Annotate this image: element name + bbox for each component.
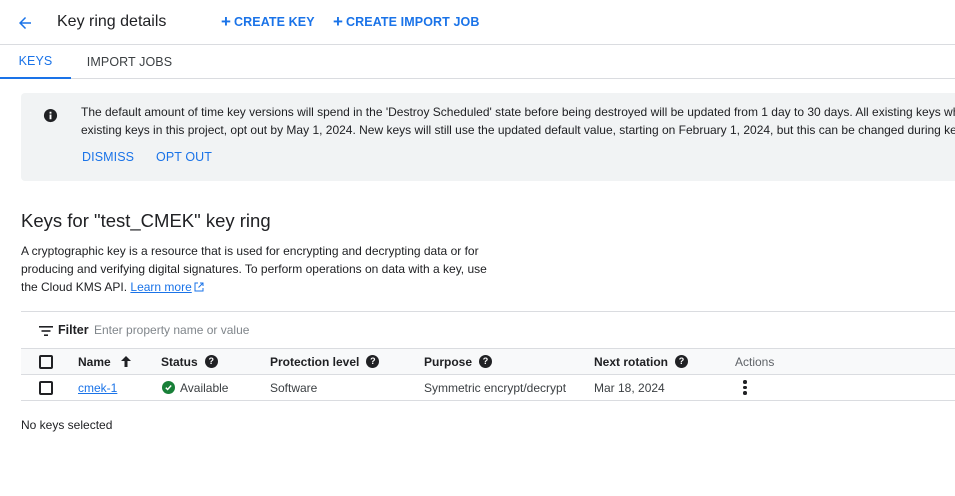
column-header-purpose: Purpose ? bbox=[424, 349, 493, 374]
check-circle-icon bbox=[162, 381, 175, 394]
table-header: Name Status ? Protection level ? Purpose… bbox=[21, 348, 955, 375]
tab-bar: KEYS IMPORT JOBS bbox=[0, 45, 955, 79]
column-purpose-label: Purpose bbox=[424, 354, 473, 369]
arrow-back-icon bbox=[19, 17, 31, 29]
column-next-rotation-label: Next rotation bbox=[594, 354, 669, 369]
key-name-link[interactable]: cmek-1 bbox=[78, 381, 117, 395]
external-link-icon bbox=[194, 282, 204, 292]
description-text: A cryptographic key is a resource that i… bbox=[21, 244, 487, 294]
filter-icon bbox=[39, 326, 53, 336]
filter-bar: Filter bbox=[21, 311, 955, 349]
column-header-protection-level: Protection level ? bbox=[270, 349, 380, 374]
column-name-label: Name bbox=[78, 354, 111, 369]
tab-import-jobs[interactable]: IMPORT JOBS bbox=[81, 45, 178, 79]
learn-more-label: Learn more bbox=[130, 280, 192, 294]
help-icon[interactable]: ? bbox=[479, 355, 493, 368]
banner-message-line-2: existing keys in this project, opt out b… bbox=[81, 123, 955, 137]
select-all-checkbox[interactable] bbox=[39, 355, 53, 369]
help-icon[interactable]: ? bbox=[204, 355, 218, 368]
column-header-status: Status ? bbox=[161, 349, 218, 374]
protection-level-cell: Software bbox=[270, 380, 318, 395]
create-key-label: CREATE KEY bbox=[234, 15, 315, 29]
learn-more-link[interactable]: Learn more bbox=[130, 280, 204, 294]
column-status-label: Status bbox=[161, 354, 198, 369]
help-icon[interactable]: ? bbox=[366, 355, 380, 368]
plus-icon: + bbox=[221, 12, 232, 31]
selection-status: No keys selected bbox=[21, 418, 113, 432]
back-button[interactable] bbox=[14, 12, 36, 34]
next-rotation-cell: Mar 18, 2024 bbox=[594, 380, 665, 395]
plus-icon: + bbox=[333, 12, 344, 31]
banner-message: The default amount of time key versions … bbox=[81, 103, 955, 139]
section-description: A cryptographic key is a resource that i… bbox=[21, 242, 491, 296]
create-import-job-label: CREATE IMPORT JOB bbox=[346, 15, 480, 29]
create-key-button[interactable]: + CREATE KEY bbox=[221, 12, 315, 31]
purpose-cell: Symmetric encrypt/decrypt bbox=[424, 380, 567, 395]
table-row: cmek-1 Available Software Symmetric encr… bbox=[21, 375, 955, 401]
status-text: Available bbox=[180, 380, 229, 395]
help-icon[interactable]: ? bbox=[675, 355, 689, 368]
column-header-next-rotation: Next rotation ? bbox=[594, 349, 689, 374]
dismiss-button[interactable]: DISMISS bbox=[82, 150, 134, 164]
row-checkbox[interactable] bbox=[39, 381, 53, 395]
page-title: Key ring details bbox=[57, 13, 167, 30]
section-title: Keys for "test_CMEK" key ring bbox=[21, 210, 271, 231]
filter-label: Filter bbox=[58, 323, 89, 337]
column-header-name[interactable]: Name bbox=[78, 349, 132, 374]
status-cell: Available bbox=[162, 375, 228, 400]
more-vert-icon[interactable] bbox=[735, 378, 755, 398]
info-banner: The default amount of time key versions … bbox=[21, 93, 955, 181]
sort-arrow-up-icon[interactable] bbox=[120, 355, 132, 368]
create-import-job-button[interactable]: + CREATE IMPORT JOB bbox=[333, 12, 480, 31]
top-bar: Key ring details + CREATE KEY + CREATE I… bbox=[0, 0, 955, 45]
filter-input[interactable] bbox=[94, 320, 494, 340]
banner-message-line-1: The default amount of time key versions … bbox=[81, 105, 955, 119]
column-protection-level-label: Protection level bbox=[270, 354, 360, 369]
tab-keys[interactable]: KEYS bbox=[0, 45, 71, 79]
keys-table: Name Status ? Protection level ? Purpose… bbox=[21, 348, 955, 401]
column-header-actions: Actions bbox=[735, 354, 775, 369]
info-icon bbox=[43, 108, 58, 123]
opt-out-button[interactable]: OPT OUT bbox=[156, 150, 212, 164]
